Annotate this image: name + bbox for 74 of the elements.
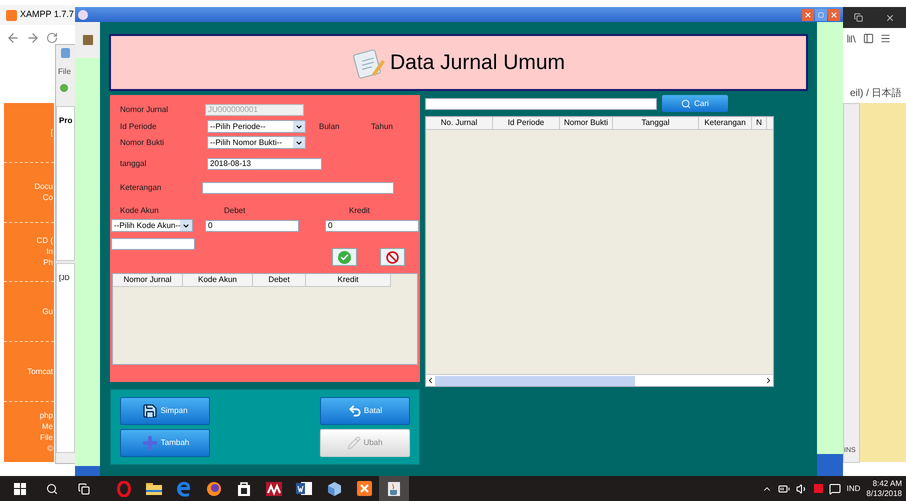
- number-field[interactable]: 0: [325, 220, 419, 232]
- folder-icon: [146, 482, 162, 495]
- text-field[interactable]: [202, 182, 394, 194]
- column-header[interactable]: Nomor Bukti: [560, 117, 613, 129]
- close-icon[interactable]: [885, 12, 895, 22]
- menu-icon[interactable]: [880, 33, 891, 44]
- field-label: tanggal: [120, 160, 148, 168]
- field-label: Kode Akun: [120, 207, 160, 215]
- back-icon[interactable]: [6, 31, 20, 45]
- restore-icon[interactable]: [854, 13, 863, 22]
- undo-icon: [348, 404, 362, 418]
- column-header[interactable]: Nomor Jurnal: [113, 274, 183, 286]
- tab-title: XAMPP 1.7.7: [20, 8, 74, 22]
- browser-tab[interactable]: XAMPP 1.7.7: [0, 5, 75, 25]
- dropdown[interactable]: --Pilih Periode--: [207, 120, 306, 133]
- field-label: Nomor Jurnal: [120, 106, 170, 114]
- clock-time[interactable]: 8:42 AM: [872, 478, 902, 488]
- prohibited-icon: [386, 250, 399, 264]
- field-label: Kredit: [349, 207, 371, 215]
- field-label: Debet: [224, 207, 246, 215]
- horizontal-scrollbar[interactable]: [426, 374, 773, 386]
- notification-icon[interactable]: [828, 482, 841, 494]
- shopping-bag-icon: [237, 481, 251, 496]
- m-logo-icon: [266, 482, 282, 496]
- battery-icon[interactable]: [778, 482, 790, 494]
- speaker-icon[interactable]: [796, 482, 808, 494]
- taskbar-app[interactable]: [379, 476, 409, 501]
- coffee-cup-icon: [387, 480, 401, 496]
- column-header[interactable]: N: [752, 117, 767, 129]
- confirm-button[interactable]: [332, 248, 357, 266]
- field-label: Bulan: [319, 122, 340, 130]
- field-label: Tahun: [371, 122, 394, 130]
- cancel-button[interactable]: [380, 248, 405, 266]
- dropdown[interactable]: --Pilih Nomor Bukti--: [207, 136, 306, 149]
- reload-icon[interactable]: [46, 32, 58, 44]
- plus-icon: [140, 434, 159, 452]
- column-header[interactable]: Keterangan: [699, 117, 752, 129]
- column-header[interactable]: Id Periode: [493, 117, 560, 129]
- column-header[interactable]: Debet: [253, 274, 306, 286]
- panel-tab[interactable]: Pro: [59, 116, 72, 125]
- language-link[interactable]: eil) / 日本語: [850, 86, 902, 101]
- column-header[interactable]: No. Jurnal: [426, 117, 493, 129]
- library-icon[interactable]: [846, 33, 857, 44]
- app-icon: [78, 10, 88, 20]
- search-icon: [681, 98, 692, 108]
- language-indicator[interactable]: IND: [846, 482, 860, 494]
- forward-icon[interactable]: [26, 31, 40, 45]
- menu-item[interactable]: File: [58, 66, 71, 78]
- windows-logo-icon[interactable]: [14, 482, 26, 494]
- check-icon: [338, 250, 351, 264]
- scroll-thumb[interactable]: [435, 376, 635, 386]
- task-view-icon[interactable]: [78, 482, 90, 494]
- sidebar-icon[interactable]: [863, 33, 874, 44]
- number-field[interactable]: 0: [205, 220, 299, 232]
- document-w-icon: [296, 481, 312, 496]
- column-header[interactable]: Kode Akun: [183, 274, 253, 286]
- date-field[interactable]: 2018-08-13: [207, 158, 322, 170]
- dropdown[interactable]: --Pilih Kode Akun--: [111, 219, 193, 232]
- field-label: Nomor Bukti: [120, 138, 166, 146]
- search-field[interactable]: [425, 98, 657, 110]
- text-field[interactable]: [111, 238, 195, 250]
- save-icon: [142, 403, 158, 419]
- field-label: Keterangan: [120, 184, 162, 192]
- column-header[interactable]: Tanggal: [613, 117, 699, 129]
- ring-icon: [117, 480, 131, 496]
- form-title: Data Jurnal Umum: [390, 50, 566, 76]
- clock-date[interactable]: 8/13/2018: [866, 488, 902, 498]
- search-icon[interactable]: [46, 482, 58, 494]
- column-header[interactable]: Kredit: [306, 274, 391, 286]
- pencil-icon: [347, 436, 362, 450]
- e-logo-icon: [176, 480, 192, 496]
- fox-globe-icon: [206, 480, 222, 496]
- box-icon: [82, 35, 92, 45]
- field-label: Id Periode: [120, 122, 158, 130]
